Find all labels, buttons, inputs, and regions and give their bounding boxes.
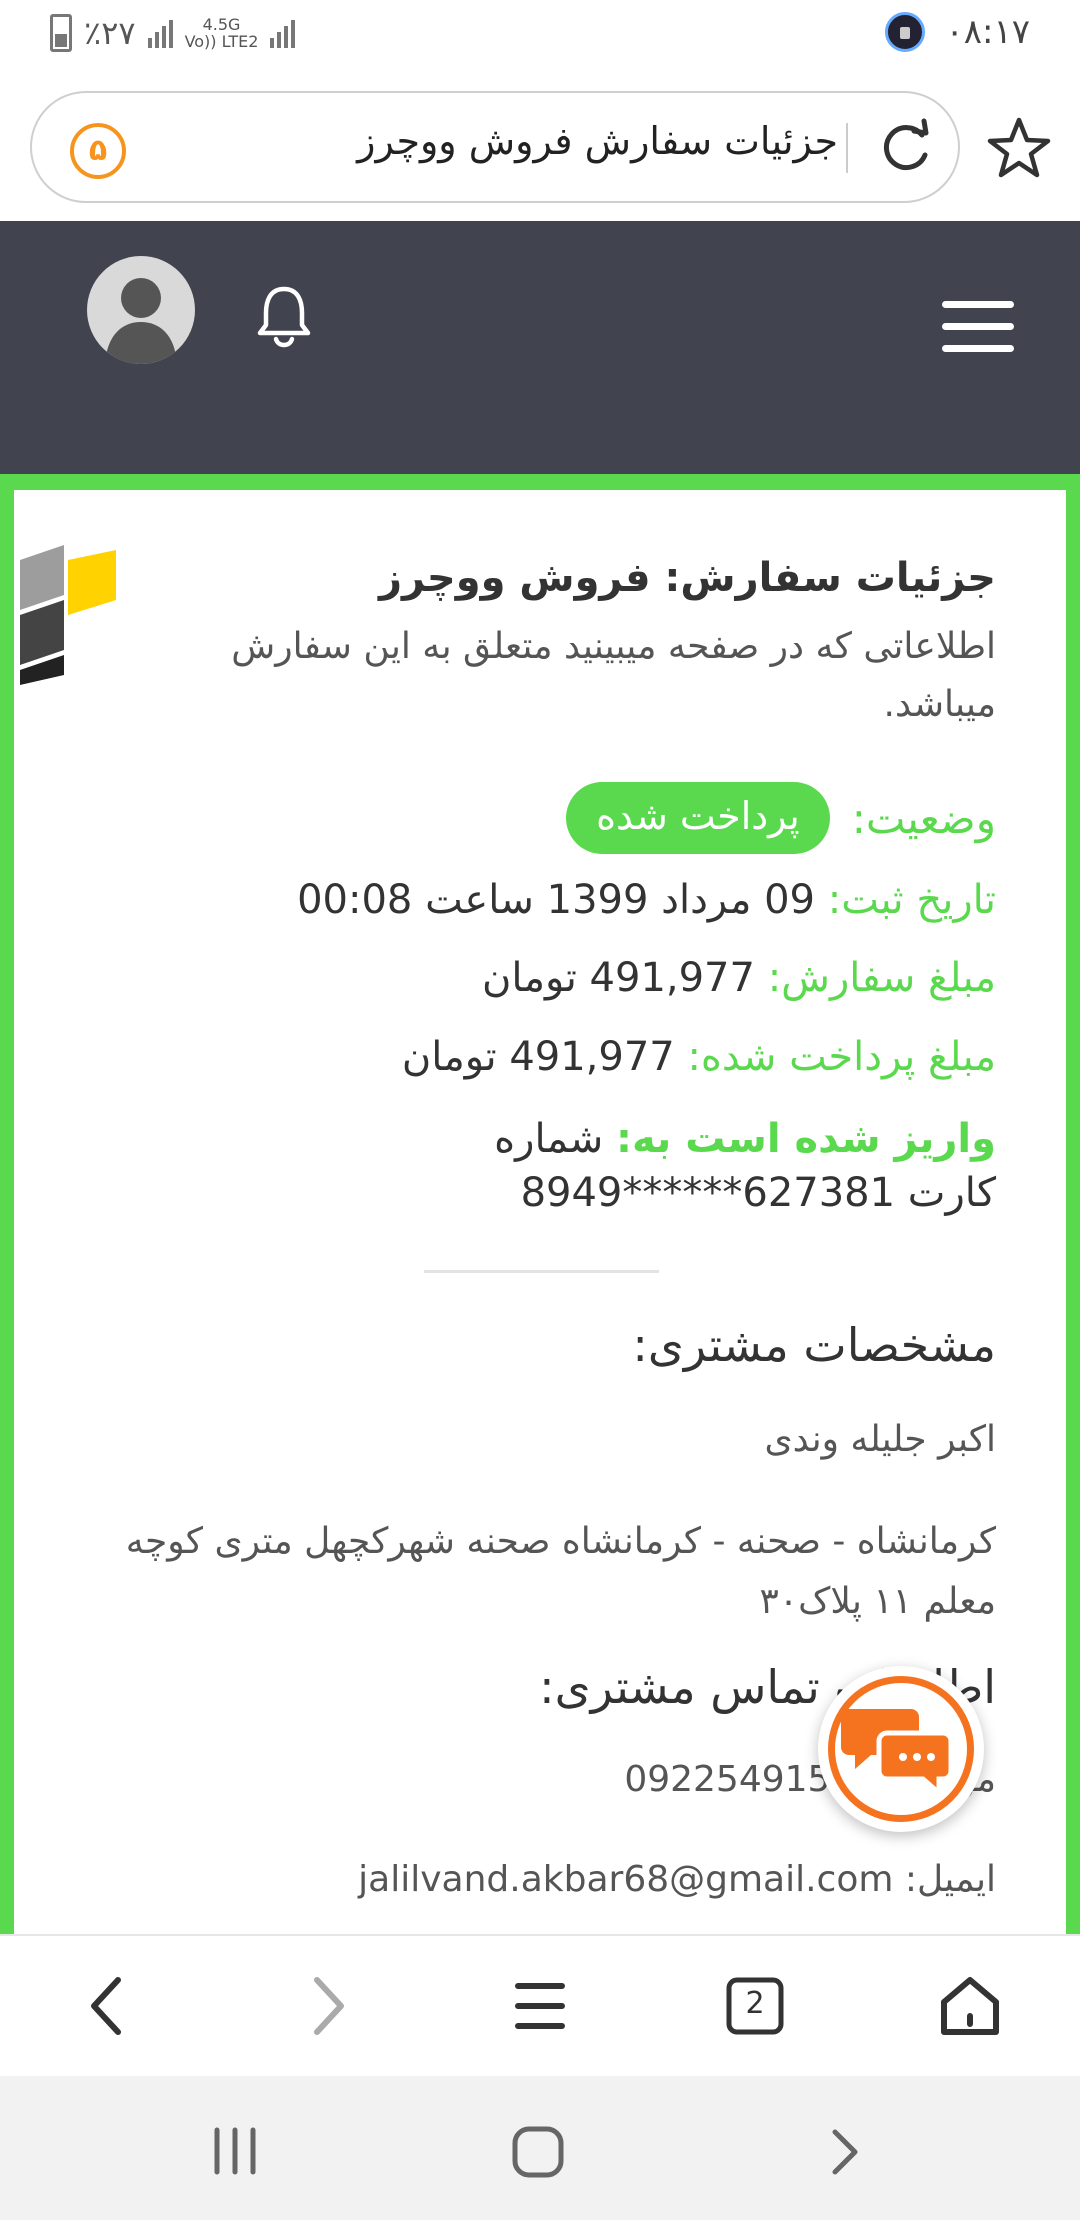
hamburger-menu-icon[interactable] bbox=[942, 301, 1014, 353]
status-badge: پرداخت شده bbox=[566, 782, 830, 854]
site-header bbox=[0, 221, 1080, 474]
site-icon[interactable]: ۵ bbox=[70, 123, 126, 179]
email-value[interactable]: jalilvand.akbar68@gmail.com bbox=[358, 1859, 893, 1900]
browser-address-bar: ۵ جزئیات سفارش فروش ووچرز bbox=[0, 75, 1080, 221]
deposit-label: واریز شده است به: bbox=[616, 1116, 996, 1162]
vpn-lock-icon bbox=[885, 12, 926, 52]
status-label: وضعیت: bbox=[851, 793, 996, 843]
url-text[interactable]: جزئیات سفارش فروش ووچرز bbox=[357, 119, 838, 163]
customer-heading: مشخصات مشتری: bbox=[632, 1318, 996, 1372]
hamburger-line bbox=[942, 301, 1014, 308]
reload-icon[interactable] bbox=[874, 117, 936, 179]
battery-percent: ٪۲۷ bbox=[84, 14, 136, 52]
paid-label: مبلغ پرداخت شده: bbox=[687, 1034, 996, 1080]
tab-count: 2 bbox=[745, 1986, 765, 2021]
logo-icon bbox=[20, 545, 116, 685]
home-circle-icon[interactable] bbox=[510, 2124, 566, 2180]
recents-icon[interactable] bbox=[205, 2126, 265, 2176]
back-icon[interactable] bbox=[70, 1966, 150, 2046]
status-bar: ٪۲۷ 4.5G Vo)) LTE2 ۰۸:۱۷ bbox=[0, 0, 1080, 75]
email-row: ایمیل: jalilvand.akbar68@gmail.com bbox=[358, 1850, 996, 1910]
amount-label: مبلغ سفارش: bbox=[767, 955, 996, 1001]
network-label-1: 4.5G bbox=[202, 15, 241, 34]
battery-icon bbox=[50, 14, 72, 52]
date-row: تاریخ ثبت: 09 مرداد 1399 ساعت 00:08 bbox=[297, 877, 996, 923]
back-chevron-icon[interactable] bbox=[815, 2124, 871, 2180]
customer-address: کرمانشاه - صحنه - کرمانشاه صحنه شهرکچهل … bbox=[125, 1521, 996, 1622]
clock: ۰۸:۱۷ bbox=[945, 12, 1030, 52]
forward-icon[interactable] bbox=[285, 1966, 365, 2046]
paid-row: مبلغ پرداخت شده: 491,977 تومان bbox=[402, 1034, 996, 1080]
avatar-silhouette bbox=[105, 278, 177, 364]
url-field[interactable]: ۵ جزئیات سفارش فروش ووچرز bbox=[30, 91, 960, 203]
hamburger-line bbox=[942, 323, 1014, 330]
bell-icon[interactable] bbox=[252, 281, 316, 351]
amount-value: 491,977 تومان bbox=[482, 955, 755, 1001]
date-value: 09 مرداد 1399 ساعت 00:08 bbox=[297, 877, 816, 923]
network-type: 4.5G Vo)) LTE2 bbox=[185, 16, 259, 50]
chat-icon bbox=[841, 1709, 954, 1799]
tabs-button[interactable]: 2 bbox=[715, 1966, 795, 2046]
home-icon[interactable] bbox=[930, 1966, 1010, 2046]
browser-toolbar: 2 bbox=[0, 1934, 1080, 2076]
hamburger-line bbox=[942, 345, 1014, 352]
page-subtitle: اطلاعاتی که در صفحه میبینید متعلق به این… bbox=[231, 626, 996, 725]
chat-ring bbox=[828, 1676, 974, 1822]
customer-name: اکبر جلیله وندی bbox=[764, 1419, 997, 1460]
system-navigation bbox=[0, 2076, 1080, 2220]
signal-icon bbox=[270, 18, 296, 48]
menu-icon[interactable] bbox=[500, 1966, 580, 2046]
avatar-icon[interactable] bbox=[87, 256, 195, 364]
star-icon[interactable] bbox=[986, 115, 1052, 181]
email-label: ایمیل: bbox=[904, 1859, 996, 1900]
section-divider bbox=[424, 1270, 659, 1273]
page-title: جزئیات سفارش: فروش ووچرز bbox=[378, 555, 996, 601]
signal-icon bbox=[147, 18, 173, 48]
url-divider bbox=[846, 123, 848, 173]
paid-value: 491,977 تومان bbox=[401, 1034, 675, 1080]
chat-button[interactable] bbox=[818, 1666, 984, 1832]
network-label-2: Vo)) LTE2 bbox=[184, 32, 259, 51]
status-right: ۰۸:۱۷ bbox=[885, 12, 1030, 52]
amount-row: مبلغ سفارش: 491,977 تومان bbox=[482, 955, 996, 1001]
status-left: ٪۲۷ 4.5G Vo)) LTE2 bbox=[50, 14, 296, 52]
status-row: وضعیت: پرداخت شده bbox=[566, 782, 996, 854]
deposit-row: واریز شده است به: شماره کارت 627381*****… bbox=[396, 1112, 996, 1220]
date-label: تاریخ ثبت: bbox=[827, 877, 996, 923]
